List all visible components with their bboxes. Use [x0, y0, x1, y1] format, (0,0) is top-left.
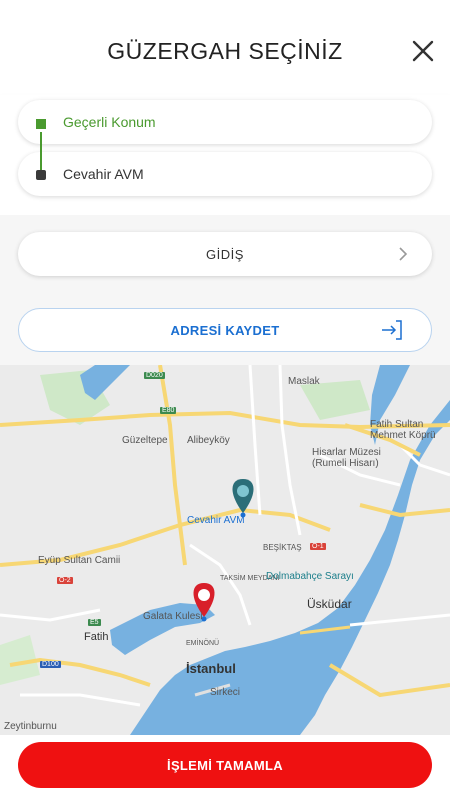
direction-selector-button[interactable]: GİDİŞ	[18, 232, 432, 276]
map-label-eyup-sultan: Eyüp Sultan Camii	[38, 555, 121, 566]
route-map[interactable]: Maslak Fatih Sultan Mehmet Köprü Hisarla…	[0, 365, 450, 735]
road-badge-o2: O-2	[57, 577, 73, 584]
from-location-field[interactable]: Geçerli Konum	[18, 100, 432, 144]
map-label-eminonu: EMİNÖNÜ	[186, 640, 220, 647]
to-location-field[interactable]: Cevahir AVM	[18, 152, 432, 196]
destination-marker-icon	[36, 170, 46, 180]
map-label-fsm-bridge: Fatih Sultan Mehmet Köprü	[370, 419, 436, 441]
page-title: GÜZERGAH SEÇİNİZ	[107, 38, 343, 64]
complete-button[interactable]: İŞLEMİ TAMAMLA	[18, 742, 432, 788]
map-label-guzeltepe: Güzeltepe	[122, 435, 168, 446]
map-label-istanbul: İstanbul	[186, 661, 236, 676]
map-label-alibeykoy: Alibeyköy	[187, 435, 230, 446]
road-badge-e5: E5	[88, 619, 101, 626]
from-location-label: Geçerli Konum	[63, 114, 156, 130]
save-address-label: ADRESİ KAYDET	[170, 322, 280, 338]
to-location-label: Cevahir AVM	[63, 166, 144, 182]
road-badge-e80: E80	[160, 407, 177, 414]
origin-marker-icon	[36, 119, 46, 129]
route-connector-line	[40, 132, 42, 174]
road-badge-o1: O-1	[310, 543, 326, 550]
close-button[interactable]	[410, 38, 436, 64]
save-address-button[interactable]: ADRESİ KAYDET	[18, 308, 432, 352]
map-label-cevahir-avm: Cevahir AVM	[187, 515, 245, 526]
login-arrow-icon	[382, 320, 402, 340]
complete-label: İŞLEMİ TAMAMLA	[167, 757, 283, 773]
direction-label: GİDİŞ	[206, 246, 244, 262]
road-badge-d020: D020	[144, 372, 165, 379]
road-badge-d100: D100	[40, 661, 61, 668]
map-label-zeytinburnu: Zeytinburnu	[4, 721, 57, 732]
header: GÜZERGAH SEÇİNİZ	[0, 0, 450, 100]
close-icon	[412, 40, 434, 62]
map-label-maslak: Maslak	[288, 376, 320, 387]
map-label-rumeli-hisari: Hisarlar Müzesi (Rumeli Hisarı)	[312, 447, 381, 469]
map-label-galata-kulesi: Galata Kulesi	[143, 611, 203, 622]
map-label-sirkeci: Sirkeci	[210, 687, 241, 698]
map-label-uskudar: Üsküdar	[307, 597, 352, 611]
chevron-right-icon	[399, 247, 408, 261]
map-label-fatih: Fatih	[84, 631, 109, 643]
map-label-besiktas: BEŞİKTAŞ	[263, 543, 302, 552]
map-label-dolmabahce: Dolmabahçe Sarayı	[266, 571, 354, 582]
route-panel: Geçerli Konum Cevahir AVM	[0, 95, 450, 215]
